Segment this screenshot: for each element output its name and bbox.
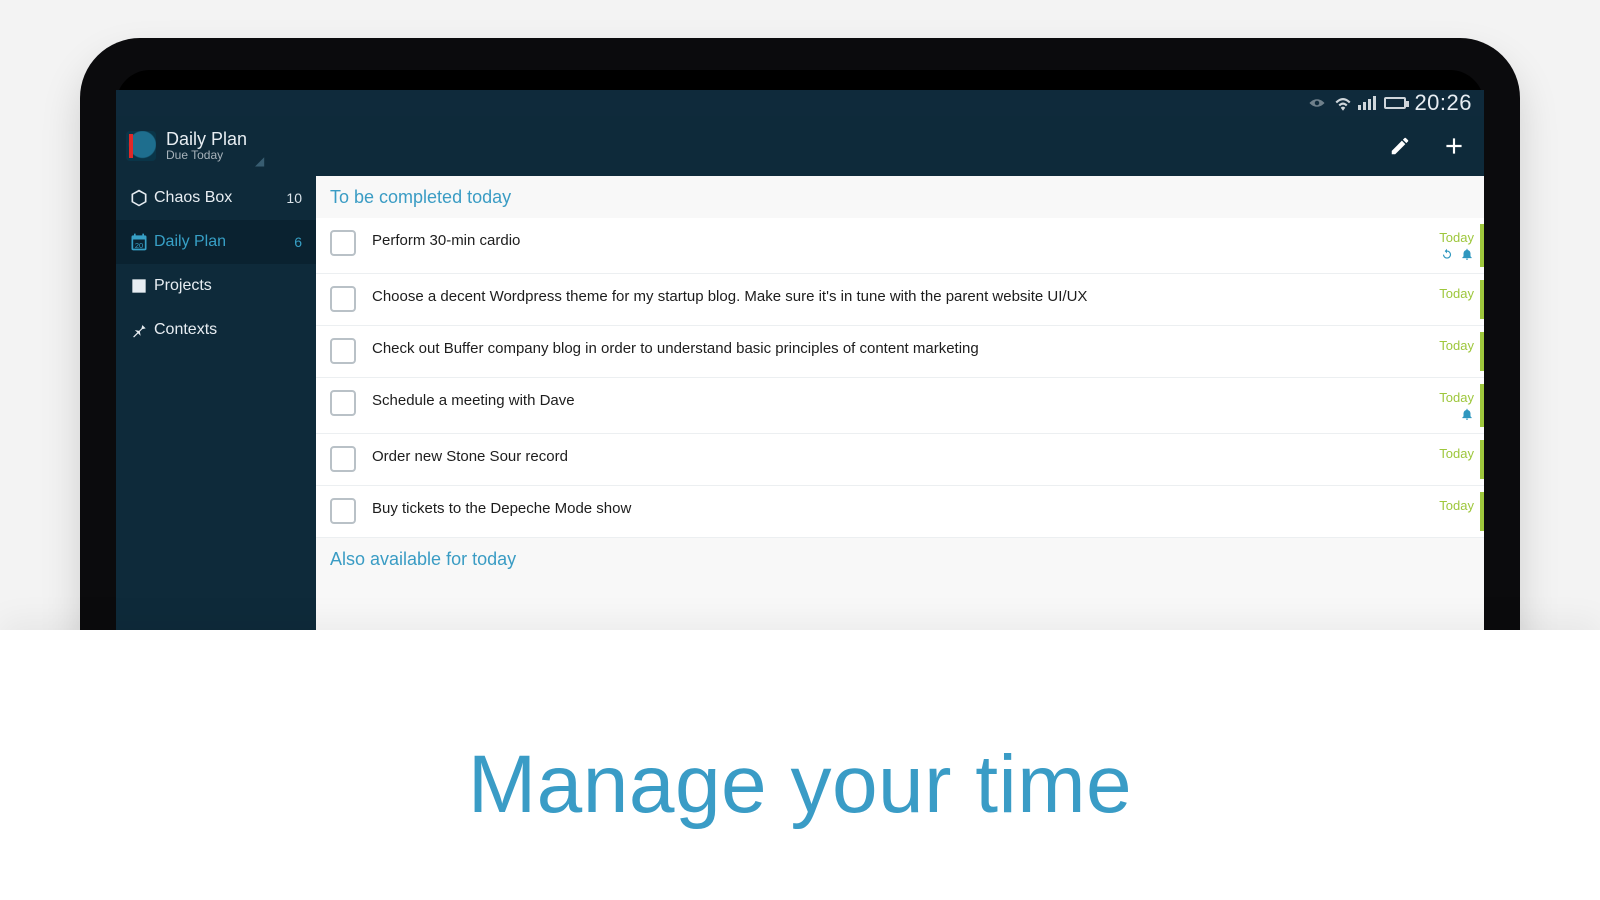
task-checkbox[interactable] [330,390,356,416]
task-checkbox[interactable] [330,446,356,472]
screen-title: Daily Plan [166,130,247,150]
screen-subtitle: Due Today [166,149,247,162]
app-header: Daily Plan Due Today ◢ [116,116,1484,176]
bell-icon [1460,247,1474,261]
task-row[interactable]: Schedule a meeting with Dave Today [316,378,1484,434]
status-clock: 20:26 [1414,90,1472,116]
box-icon [124,188,154,208]
sidebar-item-label: Contexts [154,321,217,339]
task-due-label: Today [1439,338,1474,353]
task-row[interactable]: Check out Buffer company blog in order t… [316,326,1484,378]
task-due-label: Today [1439,390,1474,405]
task-text: Check out Buffer company blog in order t… [372,338,1404,360]
task-meta: Today [1404,338,1474,353]
task-row[interactable]: Perform 30-min cardio Today [316,218,1484,274]
edit-button[interactable] [1386,132,1414,160]
sidebar-item-label: Projects [154,277,212,295]
task-row[interactable]: Order new Stone Sour record Today [316,434,1484,486]
add-button[interactable] [1440,132,1468,160]
task-list: Perform 30-min cardio Today Choose a decen… [316,218,1484,538]
task-due-label: Today [1439,446,1474,461]
task-text: Buy tickets to the Depeche Mode show [372,498,1404,520]
priority-stripe [1480,492,1484,531]
dropdown-indicator-icon[interactable]: ◢ [255,154,264,168]
priority-stripe [1480,440,1484,479]
smart-stay-icon [1308,97,1326,109]
app-logo-icon[interactable] [126,131,156,161]
sidebar-item-label: Chaos Box [154,189,232,207]
wifi-icon [1334,97,1350,109]
svg-text:20: 20 [135,241,143,250]
task-text: Perform 30-min cardio [372,230,1404,252]
task-text: Choose a decent Wordpress theme for my s… [372,286,1404,308]
task-checkbox[interactable] [330,286,356,312]
task-row[interactable]: Choose a decent Wordpress theme for my s… [316,274,1484,326]
promo-caption: Manage your time [468,698,1132,832]
sidebar-item-count: 10 [286,190,302,206]
priority-stripe [1480,280,1484,319]
task-checkbox[interactable] [330,230,356,256]
sidebar-item-label: Daily Plan [154,233,226,251]
task-due-label: Today [1439,286,1474,301]
task-checkbox[interactable] [330,498,356,524]
section-title-today: To be completed today [316,176,1484,218]
priority-stripe [1480,332,1484,371]
task-due-label: Today [1439,230,1474,245]
android-status-bar: 20:26 [116,90,1484,116]
sidebar-item-projects[interactable]: Projects [116,264,316,308]
sidebar-item-daily-plan[interactable]: 20 Daily Plan 6 [116,220,316,264]
sidebar-item-chaos-box[interactable]: Chaos Box 10 [116,176,316,220]
task-checkbox[interactable] [330,338,356,364]
calendar-icon: 20 [124,232,154,252]
task-row[interactable]: Buy tickets to the Depeche Mode show Toda… [316,486,1484,538]
cell-signal-icon [1358,96,1376,110]
promo-caption-bar: Manage your time [0,630,1600,900]
pin-icon [124,320,154,340]
bell-icon [1460,407,1474,421]
priority-stripe [1480,384,1484,427]
task-meta: Today [1404,286,1474,301]
sidebar-item-count: 6 [294,234,302,250]
folder-icon [124,276,154,296]
task-due-label: Today [1439,498,1474,513]
priority-stripe [1480,224,1484,267]
task-text: Schedule a meeting with Dave [372,390,1404,412]
sidebar-item-contexts[interactable]: Contexts [116,308,316,352]
task-text: Order new Stone Sour record [372,446,1404,468]
task-meta: Today [1404,446,1474,461]
task-meta: Today [1404,498,1474,513]
task-meta: Today [1404,390,1474,421]
repeat-icon [1440,247,1454,261]
battery-icon [1384,97,1406,109]
task-meta: Today [1404,230,1474,261]
section-title-also-today: Also available for today [316,538,1484,580]
